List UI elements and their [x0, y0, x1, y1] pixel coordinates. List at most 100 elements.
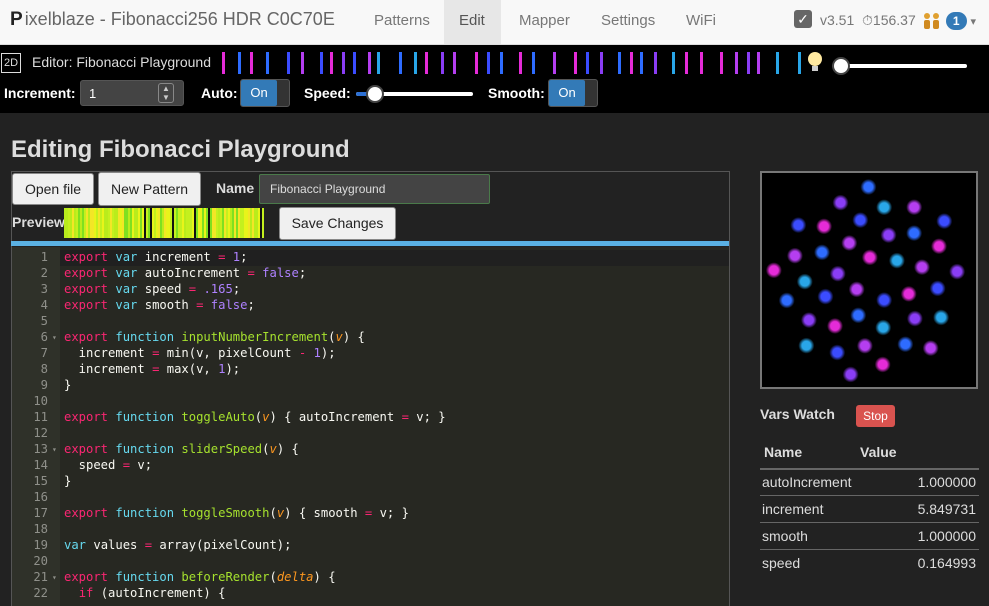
code-line[interactable]: export var smooth = false;: [64, 298, 255, 312]
line-number: 16: [33, 490, 48, 504]
led-pixel: [735, 52, 738, 74]
preview-column: [90, 208, 92, 238]
line-number: 5: [40, 314, 48, 328]
code-line[interactable]: increment = min(v, pixelCount - 1);: [64, 346, 336, 360]
code-line[interactable]: export var increment = 1;: [64, 250, 247, 264]
var-row-divider: [760, 549, 979, 550]
connections[interactable]: 1 ▾: [922, 0, 976, 44]
preview-column: [110, 208, 112, 238]
led-pixel: [353, 52, 356, 74]
pixelblaze-logo: P: [10, 9, 23, 30]
code-line[interactable]: export function sliderSpeed(v) {: [64, 442, 299, 456]
smooth-toggle[interactable]: On: [548, 79, 598, 107]
code-line[interactable]: increment = max(v, 1);: [64, 362, 240, 376]
preview-column: [180, 208, 182, 238]
code-line[interactable]: export function inputNumberIncrement(v) …: [64, 330, 365, 344]
preview-column: [126, 208, 128, 238]
led-dot: [800, 312, 817, 329]
line-number: 22: [33, 586, 48, 600]
led-dot: [796, 273, 813, 290]
nav-mapper[interactable]: Mapper: [504, 0, 585, 44]
nav-edit[interactable]: Edit: [444, 0, 501, 44]
auto-label: Auto:: [201, 85, 238, 101]
preview-column: [64, 208, 66, 238]
checkbox-icon[interactable]: ✓: [794, 10, 812, 28]
preview-gap: [260, 208, 262, 238]
pattern-name-input[interactable]: Fibonacci Playground: [259, 174, 490, 204]
code-editor[interactable]: 1 export var increment = 1; 2 export var au…: [12, 247, 729, 606]
brightness-slider-knob[interactable]: [832, 57, 851, 75]
auto-toggle-on[interactable]: On: [241, 80, 277, 106]
code-line[interactable]: }: [64, 378, 71, 392]
led-pixel: [301, 52, 304, 74]
preview-column: [184, 208, 186, 238]
stop-button[interactable]: Stop: [856, 405, 895, 427]
led-dot: [778, 292, 795, 309]
led-pixel: [414, 52, 417, 74]
code-line[interactable]: export function toggleAuto(v) { autoIncr…: [64, 410, 446, 424]
code-line[interactable]: speed = v;: [64, 458, 152, 472]
open-file-button[interactable]: Open file: [12, 173, 94, 205]
code-line[interactable]: export var speed = .165;: [64, 282, 240, 296]
led-map-preview[interactable]: [760, 171, 978, 389]
led-pixel: [453, 52, 456, 74]
preview-column: [176, 208, 178, 238]
increment-spinner[interactable]: ▲ ▼: [158, 83, 174, 103]
code-line[interactable]: if (autoIncrement) {: [64, 586, 226, 600]
nav-wifi[interactable]: WiFi: [671, 0, 731, 44]
save-changes-button[interactable]: Save Changes: [279, 207, 396, 240]
nav-patterns[interactable]: Patterns: [359, 0, 445, 44]
preview-column: [132, 208, 134, 238]
auto-toggle[interactable]: On: [240, 79, 290, 107]
new-pattern-button[interactable]: New Pattern: [98, 172, 201, 206]
speed-slider-knob[interactable]: [366, 85, 385, 103]
led-pixel: [425, 52, 428, 74]
spin-up-icon[interactable]: ▲: [162, 84, 170, 93]
preview-column: [188, 208, 190, 238]
code-line[interactable]: export function toggleSmooth(v) { smooth…: [64, 506, 409, 520]
code-line[interactable]: }: [64, 474, 71, 488]
fps-readout: ⏱156.37: [862, 12, 916, 28]
preview-column: [92, 208, 94, 238]
led-dot: [786, 247, 803, 264]
spin-down-icon[interactable]: ▼: [162, 93, 170, 102]
code-line[interactable]: export var autoIncrement = false;: [64, 266, 306, 280]
nav-settings[interactable]: Settings: [586, 0, 670, 44]
fold-arrow-icon[interactable]: ▾: [52, 333, 57, 342]
preview-column: [250, 208, 252, 238]
line-number: 9: [40, 378, 48, 392]
fold-arrow-icon[interactable]: ▾: [52, 573, 57, 582]
preview-column: [80, 208, 82, 238]
brand[interactable]: Pixelblaze - Fibonacci256 HDR C0C70E: [10, 9, 335, 31]
preview-column: [146, 208, 148, 238]
led-pixel: [238, 52, 241, 74]
preview-column: [118, 208, 120, 238]
name-label: Name: [216, 180, 255, 196]
fold-arrow-icon[interactable]: ▾: [52, 445, 57, 454]
led-pixel: [487, 52, 490, 74]
preview-column: [140, 208, 142, 238]
preview-column: [206, 208, 208, 238]
preview-column: [136, 208, 138, 238]
code-line[interactable]: export function beforeRender(delta) {: [64, 570, 336, 584]
led-pixel: [330, 52, 333, 74]
code-line[interactable]: var values = array(pixelCount);: [64, 538, 291, 552]
mode-2d-toggle[interactable]: 2D: [1, 53, 21, 73]
editor-title: Editor: Fibonacci Playground: [32, 54, 211, 70]
smooth-toggle-on[interactable]: On: [549, 80, 585, 106]
led-pixel: [500, 52, 503, 74]
var-value: 0.164993: [917, 555, 976, 571]
line-number: 10: [33, 394, 48, 408]
pattern-preview: [64, 208, 264, 238]
line-number: 3: [40, 282, 48, 296]
preview-gap: [144, 208, 146, 238]
led-dot: [880, 227, 897, 244]
led-pixel: [222, 52, 225, 74]
preview-column: [244, 208, 246, 238]
line-number: 12: [33, 426, 48, 440]
preview-gap: [172, 208, 174, 238]
brightness-slider-track[interactable]: [832, 64, 967, 68]
preview-column: [228, 208, 230, 238]
led-pixel: [672, 52, 675, 74]
preview-column: [220, 208, 222, 238]
